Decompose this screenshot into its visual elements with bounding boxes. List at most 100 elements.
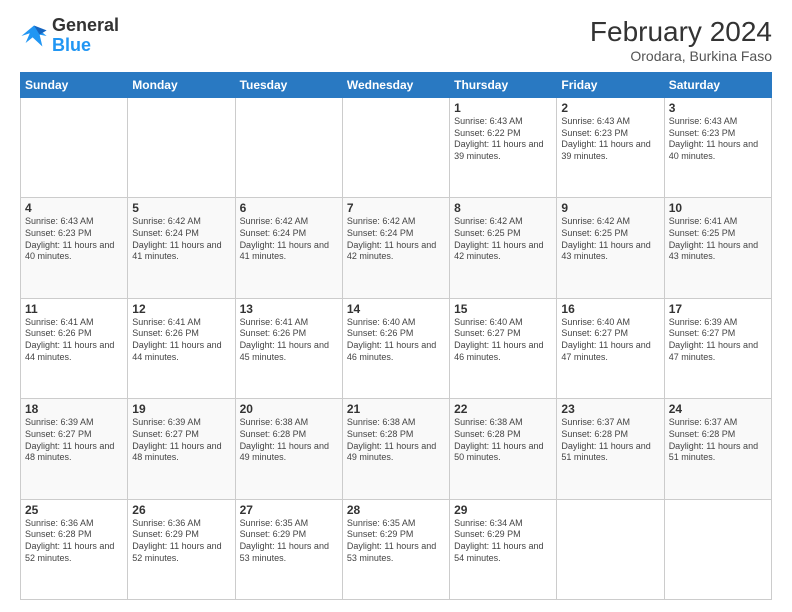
day-info: Sunrise: 6:41 AM Sunset: 6:26 PM Dayligh… [25,317,123,364]
day-number: 15 [454,302,552,316]
calendar-cell: 11Sunrise: 6:41 AM Sunset: 6:26 PM Dayli… [21,298,128,398]
day-info: Sunrise: 6:43 AM Sunset: 6:22 PM Dayligh… [454,116,552,163]
day-number: 14 [347,302,445,316]
day-number: 27 [240,503,338,517]
calendar-cell [21,98,128,198]
calendar-dow-wednesday: Wednesday [342,73,449,98]
day-info: Sunrise: 6:36 AM Sunset: 6:29 PM Dayligh… [132,518,230,565]
day-info: Sunrise: 6:38 AM Sunset: 6:28 PM Dayligh… [240,417,338,464]
logo-icon [20,22,48,50]
calendar-cell: 1Sunrise: 6:43 AM Sunset: 6:22 PM Daylig… [450,98,557,198]
day-number: 5 [132,201,230,215]
day-number: 23 [561,402,659,416]
day-info: Sunrise: 6:39 AM Sunset: 6:27 PM Dayligh… [669,317,767,364]
calendar-cell [128,98,235,198]
calendar-dow-thursday: Thursday [450,73,557,98]
day-number: 25 [25,503,123,517]
day-number: 28 [347,503,445,517]
calendar-cell: 27Sunrise: 6:35 AM Sunset: 6:29 PM Dayli… [235,499,342,599]
calendar-cell: 26Sunrise: 6:36 AM Sunset: 6:29 PM Dayli… [128,499,235,599]
calendar-week-4: 25Sunrise: 6:36 AM Sunset: 6:28 PM Dayli… [21,499,772,599]
day-info: Sunrise: 6:40 AM Sunset: 6:26 PM Dayligh… [347,317,445,364]
calendar-dow-tuesday: Tuesday [235,73,342,98]
calendar-cell: 28Sunrise: 6:35 AM Sunset: 6:29 PM Dayli… [342,499,449,599]
day-number: 2 [561,101,659,115]
calendar-cell: 29Sunrise: 6:34 AM Sunset: 6:29 PM Dayli… [450,499,557,599]
day-info: Sunrise: 6:34 AM Sunset: 6:29 PM Dayligh… [454,518,552,565]
calendar-cell [664,499,771,599]
calendar-cell: 4Sunrise: 6:43 AM Sunset: 6:23 PM Daylig… [21,198,128,298]
day-number: 9 [561,201,659,215]
calendar-cell: 24Sunrise: 6:37 AM Sunset: 6:28 PM Dayli… [664,399,771,499]
calendar-cell [557,499,664,599]
calendar-dow-sunday: Sunday [21,73,128,98]
day-number: 1 [454,101,552,115]
day-number: 13 [240,302,338,316]
day-info: Sunrise: 6:39 AM Sunset: 6:27 PM Dayligh… [25,417,123,464]
day-info: Sunrise: 6:42 AM Sunset: 6:25 PM Dayligh… [454,216,552,263]
day-number: 24 [669,402,767,416]
day-number: 26 [132,503,230,517]
calendar-cell [342,98,449,198]
location: Orodara, Burkina Faso [590,48,772,64]
day-info: Sunrise: 6:43 AM Sunset: 6:23 PM Dayligh… [669,116,767,163]
calendar-cell: 20Sunrise: 6:38 AM Sunset: 6:28 PM Dayli… [235,399,342,499]
logo-text: General Blue [52,16,119,56]
day-number: 19 [132,402,230,416]
calendar-week-0: 1Sunrise: 6:43 AM Sunset: 6:22 PM Daylig… [21,98,772,198]
calendar-cell: 14Sunrise: 6:40 AM Sunset: 6:26 PM Dayli… [342,298,449,398]
calendar-cell: 19Sunrise: 6:39 AM Sunset: 6:27 PM Dayli… [128,399,235,499]
calendar-header-row: SundayMondayTuesdayWednesdayThursdayFrid… [21,73,772,98]
calendar-cell: 23Sunrise: 6:37 AM Sunset: 6:28 PM Dayli… [557,399,664,499]
day-number: 8 [454,201,552,215]
calendar-cell: 2Sunrise: 6:43 AM Sunset: 6:23 PM Daylig… [557,98,664,198]
day-info: Sunrise: 6:35 AM Sunset: 6:29 PM Dayligh… [347,518,445,565]
day-info: Sunrise: 6:37 AM Sunset: 6:28 PM Dayligh… [669,417,767,464]
title-block: February 2024 Orodara, Burkina Faso [590,16,772,64]
day-number: 20 [240,402,338,416]
day-number: 6 [240,201,338,215]
month-year: February 2024 [590,16,772,48]
day-info: Sunrise: 6:43 AM Sunset: 6:23 PM Dayligh… [25,216,123,263]
calendar-dow-friday: Friday [557,73,664,98]
calendar-cell: 5Sunrise: 6:42 AM Sunset: 6:24 PM Daylig… [128,198,235,298]
day-info: Sunrise: 6:42 AM Sunset: 6:25 PM Dayligh… [561,216,659,263]
day-number: 21 [347,402,445,416]
day-number: 7 [347,201,445,215]
day-info: Sunrise: 6:42 AM Sunset: 6:24 PM Dayligh… [240,216,338,263]
calendar-cell: 3Sunrise: 6:43 AM Sunset: 6:23 PM Daylig… [664,98,771,198]
day-number: 29 [454,503,552,517]
day-number: 12 [132,302,230,316]
calendar-week-2: 11Sunrise: 6:41 AM Sunset: 6:26 PM Dayli… [21,298,772,398]
day-info: Sunrise: 6:41 AM Sunset: 6:26 PM Dayligh… [132,317,230,364]
day-info: Sunrise: 6:42 AM Sunset: 6:24 PM Dayligh… [347,216,445,263]
day-number: 10 [669,201,767,215]
calendar-cell [235,98,342,198]
calendar-cell: 18Sunrise: 6:39 AM Sunset: 6:27 PM Dayli… [21,399,128,499]
calendar-week-1: 4Sunrise: 6:43 AM Sunset: 6:23 PM Daylig… [21,198,772,298]
day-info: Sunrise: 6:42 AM Sunset: 6:24 PM Dayligh… [132,216,230,263]
calendar-cell: 6Sunrise: 6:42 AM Sunset: 6:24 PM Daylig… [235,198,342,298]
page: General Blue February 2024 Orodara, Burk… [0,0,792,612]
day-number: 18 [25,402,123,416]
calendar-cell: 7Sunrise: 6:42 AM Sunset: 6:24 PM Daylig… [342,198,449,298]
day-number: 17 [669,302,767,316]
calendar-dow-monday: Monday [128,73,235,98]
day-number: 16 [561,302,659,316]
day-info: Sunrise: 6:38 AM Sunset: 6:28 PM Dayligh… [454,417,552,464]
calendar-cell: 25Sunrise: 6:36 AM Sunset: 6:28 PM Dayli… [21,499,128,599]
calendar-cell: 15Sunrise: 6:40 AM Sunset: 6:27 PM Dayli… [450,298,557,398]
day-info: Sunrise: 6:41 AM Sunset: 6:25 PM Dayligh… [669,216,767,263]
calendar-cell: 16Sunrise: 6:40 AM Sunset: 6:27 PM Dayli… [557,298,664,398]
day-info: Sunrise: 6:37 AM Sunset: 6:28 PM Dayligh… [561,417,659,464]
day-info: Sunrise: 6:43 AM Sunset: 6:23 PM Dayligh… [561,116,659,163]
calendar-cell: 13Sunrise: 6:41 AM Sunset: 6:26 PM Dayli… [235,298,342,398]
calendar-table: SundayMondayTuesdayWednesdayThursdayFrid… [20,72,772,600]
calendar-cell: 22Sunrise: 6:38 AM Sunset: 6:28 PM Dayli… [450,399,557,499]
calendar-week-3: 18Sunrise: 6:39 AM Sunset: 6:27 PM Dayli… [21,399,772,499]
day-info: Sunrise: 6:35 AM Sunset: 6:29 PM Dayligh… [240,518,338,565]
calendar-dow-saturday: Saturday [664,73,771,98]
calendar-cell: 17Sunrise: 6:39 AM Sunset: 6:27 PM Dayli… [664,298,771,398]
day-number: 22 [454,402,552,416]
calendar-cell: 9Sunrise: 6:42 AM Sunset: 6:25 PM Daylig… [557,198,664,298]
